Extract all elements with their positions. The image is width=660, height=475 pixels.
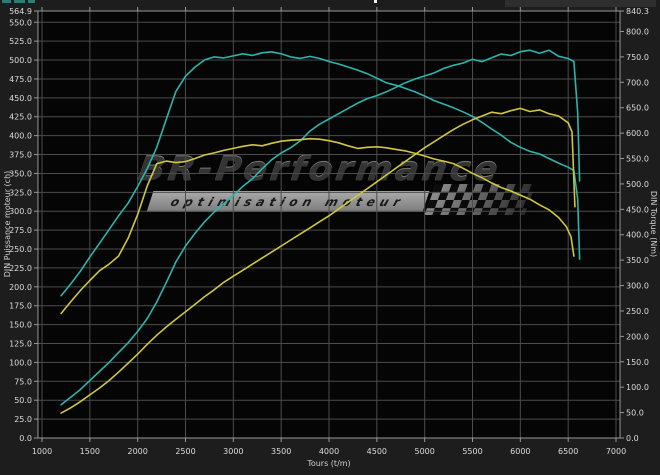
svg-text:425.0: 425.0	[9, 113, 32, 122]
svg-text:375.0: 375.0	[9, 151, 32, 160]
grid-lines	[38, 11, 620, 438]
svg-text:75.0: 75.0	[14, 377, 32, 386]
svg-text:1500: 1500	[80, 447, 100, 456]
svg-text:400.0: 400.0	[626, 231, 649, 240]
svg-text:0.0: 0.0	[19, 434, 32, 443]
svg-text:450.0: 450.0	[626, 205, 649, 214]
svg-text:750.0: 750.0	[626, 53, 649, 62]
svg-text:225.0: 225.0	[9, 264, 32, 273]
svg-text:200.0: 200.0	[9, 283, 32, 292]
svg-text:5500: 5500	[462, 447, 482, 456]
svg-text:2500: 2500	[175, 447, 195, 456]
x-axis-title: Tours (t/m)	[306, 459, 350, 468]
svg-text:700.0: 700.0	[626, 78, 649, 87]
svg-text:100.0: 100.0	[626, 383, 649, 392]
svg-text:175.0: 175.0	[9, 302, 32, 311]
svg-text:550.0: 550.0	[9, 18, 32, 27]
svg-text:450.0: 450.0	[9, 94, 32, 103]
y-right-axis-title: DIN Torque (Nm)	[649, 191, 658, 257]
svg-text:200.0: 200.0	[626, 332, 649, 341]
svg-text:3000: 3000	[223, 447, 243, 456]
svg-text:7000: 7000	[606, 447, 626, 456]
svg-text:25.0: 25.0	[14, 415, 32, 424]
svg-text:350.0: 350.0	[626, 256, 649, 265]
svg-text:50.0: 50.0	[14, 396, 32, 405]
svg-text:600.0: 600.0	[626, 129, 649, 138]
curve-power-tuned	[60, 49, 581, 406]
svg-text:150.0: 150.0	[9, 321, 32, 330]
svg-text:1000: 1000	[32, 447, 52, 456]
svg-text:525.0: 525.0	[9, 37, 32, 46]
svg-text:564.9: 564.9	[9, 7, 32, 16]
svg-text:840.3: 840.3	[626, 7, 649, 16]
svg-text:500.0: 500.0	[9, 56, 32, 65]
y-left-axis-title: DIN Puissance moteur (ch)	[3, 171, 12, 278]
svg-text:100.0: 100.0	[9, 358, 32, 367]
svg-text:5000: 5000	[414, 447, 434, 456]
svg-text:250.0: 250.0	[9, 245, 32, 254]
svg-text:3500: 3500	[271, 447, 291, 456]
svg-text:400.0: 400.0	[9, 132, 32, 141]
dyno-chart-window: BR-Performance optimisation moteur 1000 1…	[0, 0, 660, 475]
svg-text:300.0: 300.0	[626, 282, 649, 291]
svg-text:650.0: 650.0	[626, 104, 649, 113]
svg-text:125.0: 125.0	[9, 340, 32, 349]
svg-text:50.0: 50.0	[626, 409, 644, 418]
svg-text:4500: 4500	[367, 447, 387, 456]
dyno-chart: 1000 1500 2000 2500 3000 3500 4000 4500 5000 5500…	[3, 7, 658, 468]
svg-text:150.0: 150.0	[626, 358, 649, 367]
svg-text:475.0: 475.0	[9, 75, 32, 84]
svg-text:275.0: 275.0	[9, 226, 32, 235]
svg-text:0.0: 0.0	[626, 434, 639, 443]
svg-text:550.0: 550.0	[626, 155, 649, 164]
svg-text:4000: 4000	[319, 447, 339, 456]
svg-text:350.0: 350.0	[9, 169, 32, 178]
svg-text:325.0: 325.0	[9, 188, 32, 197]
svg-text:2000: 2000	[127, 447, 147, 456]
svg-text:250.0: 250.0	[626, 307, 649, 316]
svg-text:300.0: 300.0	[9, 207, 32, 216]
svg-text:6500: 6500	[558, 447, 578, 456]
svg-text:500.0: 500.0	[626, 180, 649, 189]
svg-text:6000: 6000	[510, 447, 530, 456]
svg-text:800.0: 800.0	[626, 27, 649, 36]
